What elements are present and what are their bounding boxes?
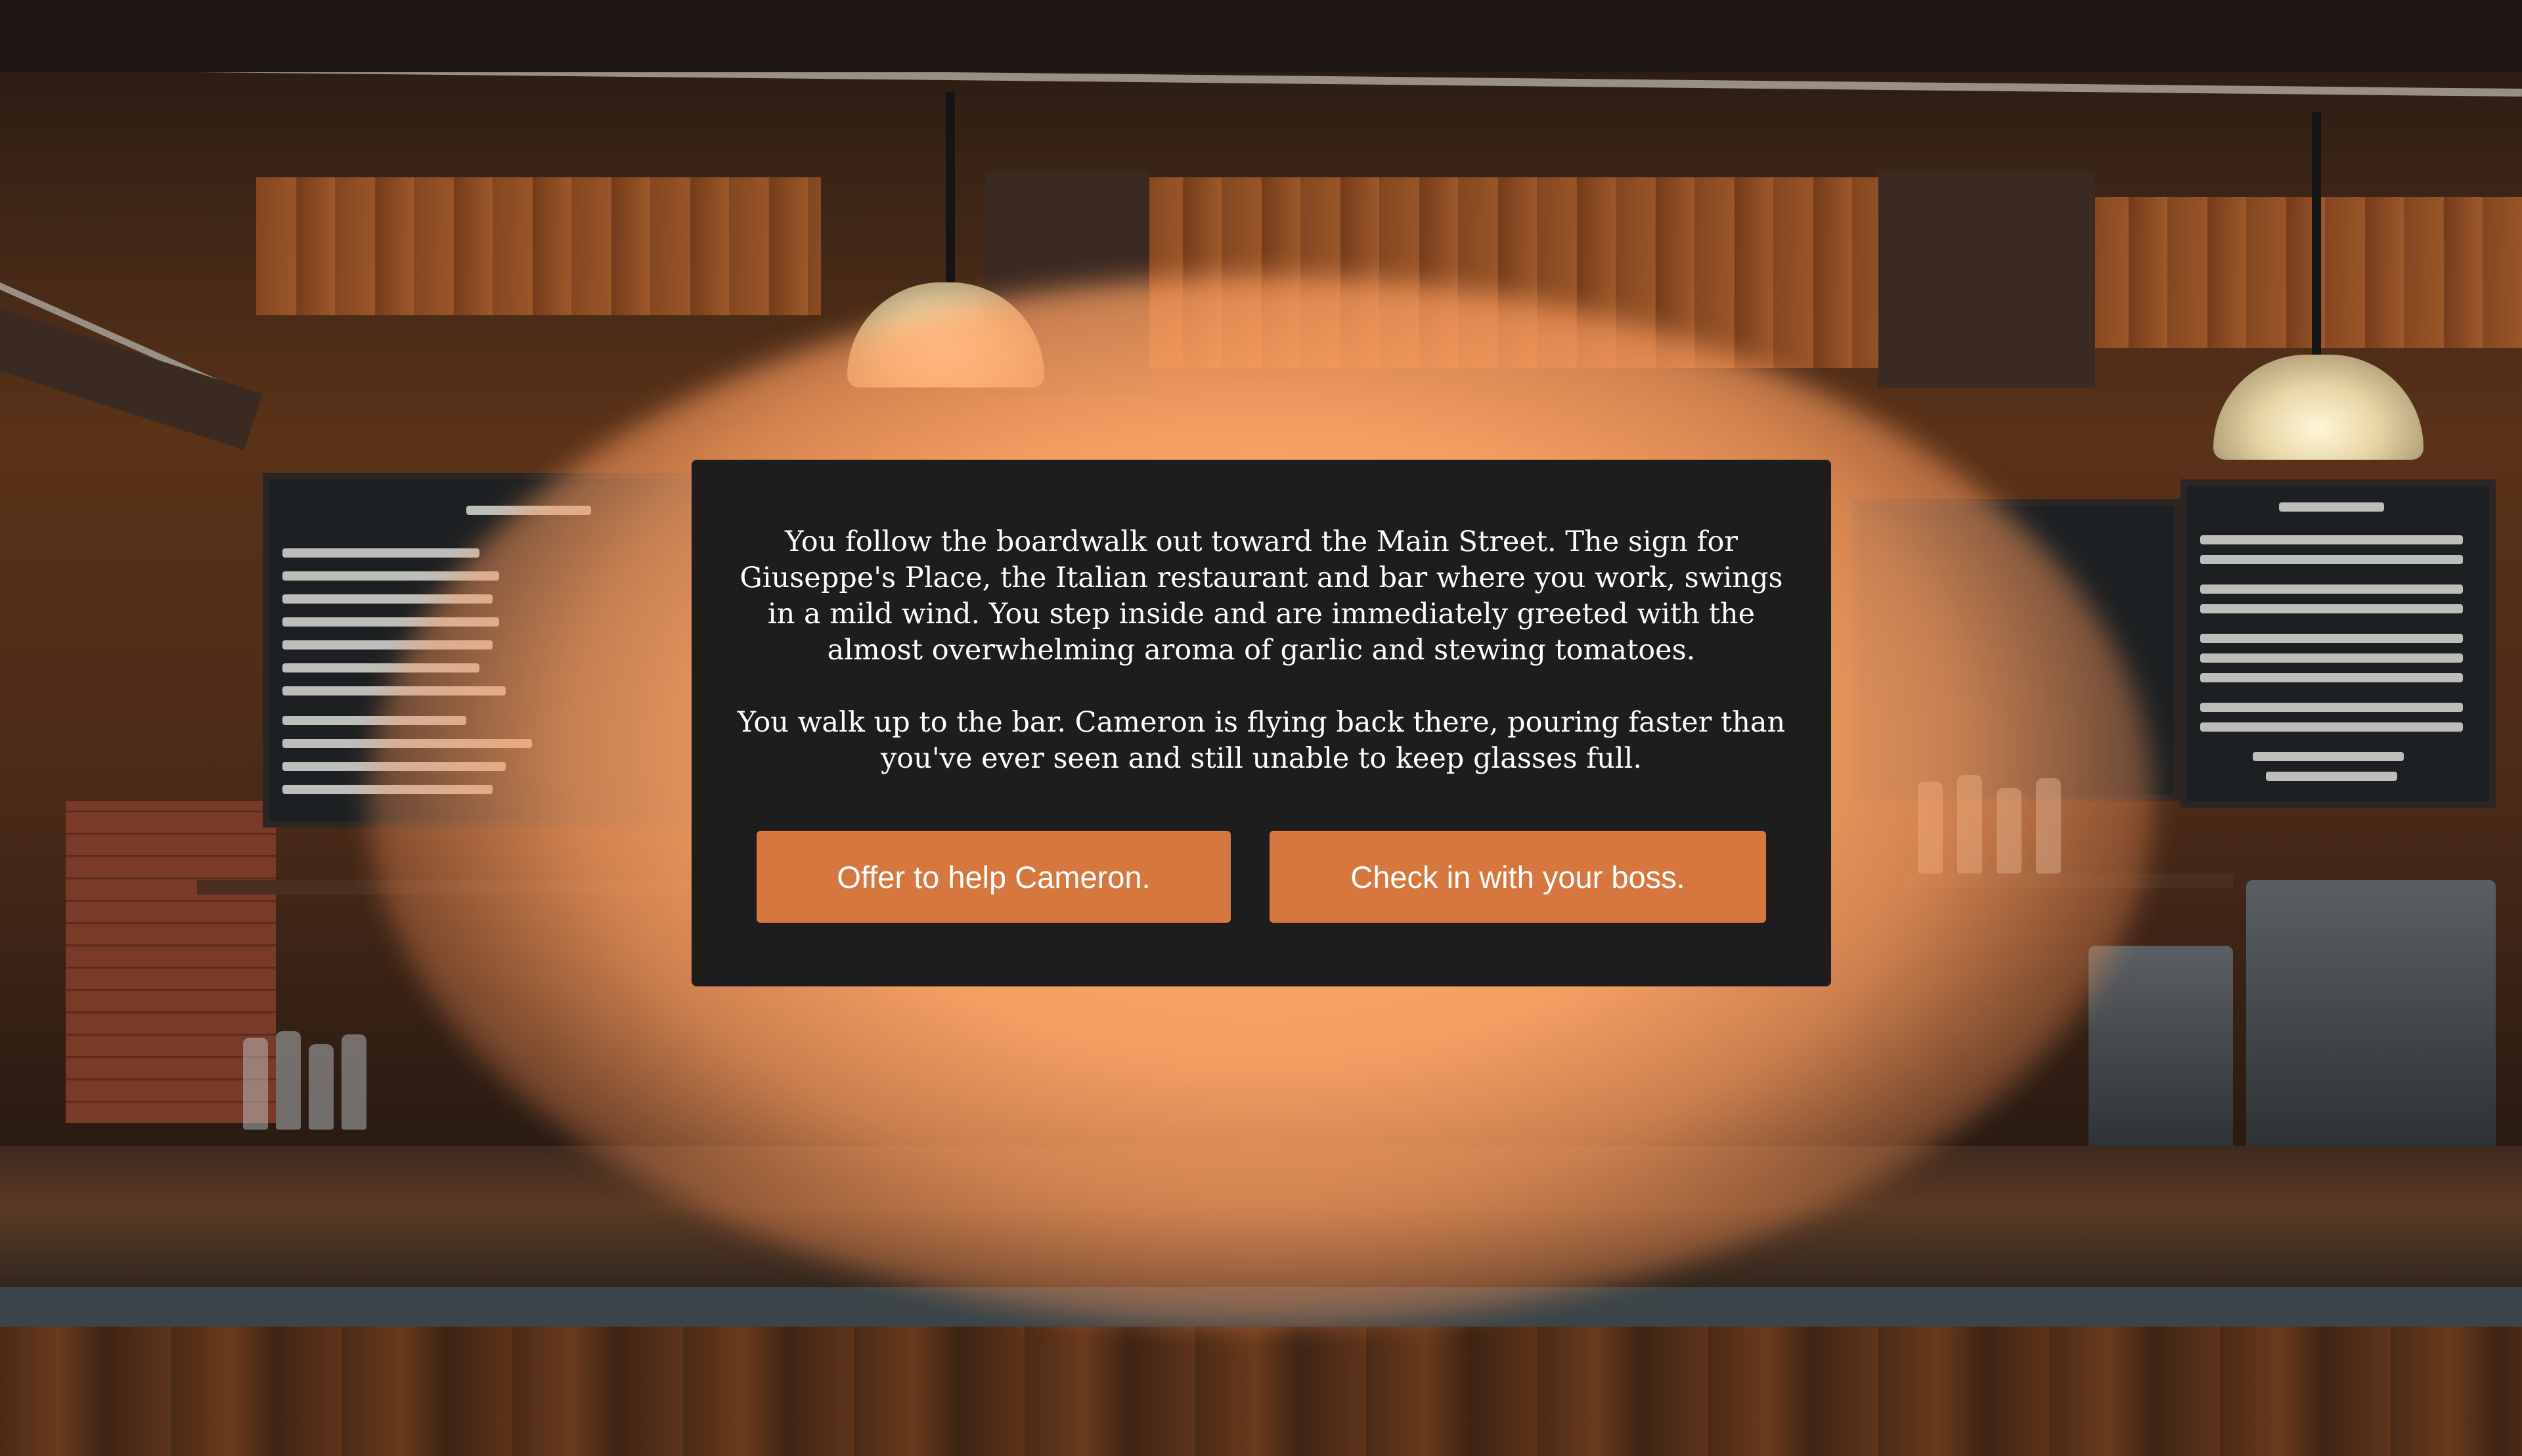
pendant-lamp-cord (946, 92, 955, 289)
ceiling-beam (0, 309, 263, 451)
ceiling-wood-panel (256, 177, 821, 315)
story-paragraph: You walk up to the bar. Cameron is flyin… (737, 706, 1786, 775)
pendant-lamp-cord (2312, 112, 2321, 355)
pendant-lamp (2213, 355, 2423, 460)
coffee-menu-board (2180, 479, 2496, 808)
bottle (309, 1044, 334, 1130)
choice-help-cameron-button[interactable]: Offer to help Cameron. (757, 831, 1231, 923)
bottle (342, 1034, 366, 1130)
bar-counter-front (0, 1327, 2522, 1456)
story-text: You follow the boardwalk out toward the … (731, 524, 1792, 813)
bottle (243, 1038, 268, 1130)
ceiling-beam (1878, 171, 2095, 387)
coffee-machine (2089, 946, 2233, 1156)
bottle (276, 1031, 301, 1130)
story-paragraph: You follow the boardwalk out toward the … (740, 525, 1783, 667)
choice-check-boss-button[interactable]: Check in with your boss. (1270, 831, 1766, 923)
story-dialog: You follow the boardwalk out toward the … (692, 460, 1831, 986)
ceiling-wood-panel (2089, 197, 2522, 348)
coffee-machine (2246, 880, 2496, 1156)
ceiling-beam (0, 0, 2522, 72)
